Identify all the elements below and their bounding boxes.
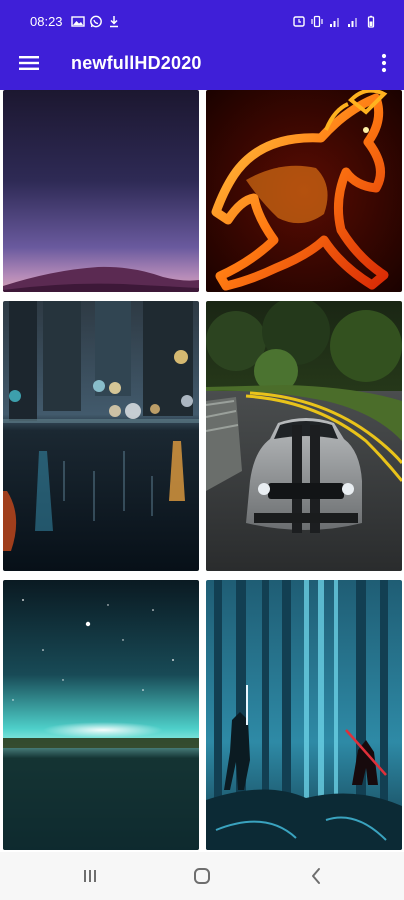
vibrate-icon: [311, 15, 323, 28]
menu-button[interactable]: [12, 46, 46, 80]
fire-horse-image: [206, 90, 402, 292]
back-button[interactable]: [301, 864, 331, 888]
app-bar: newfullHD2020: [0, 36, 404, 90]
home-icon: [194, 868, 210, 884]
wallpaper-grid: [0, 90, 404, 852]
overflow-menu-button[interactable]: [372, 46, 396, 80]
recent-apps-button[interactable]: [75, 864, 105, 888]
back-icon: [312, 868, 320, 884]
starry-horizon-image: [3, 580, 199, 850]
download-icon: [110, 16, 118, 28]
wallpaper-tile-desert[interactable]: [3, 90, 199, 292]
image-icon: [71, 16, 85, 27]
recent-apps-icon: [84, 870, 96, 882]
alarm-icon: [293, 16, 305, 27]
rainy-city-image: [3, 301, 199, 571]
system-navigation-bar: [0, 852, 404, 900]
wallpaper-tile-rainy-city[interactable]: [3, 301, 199, 571]
wallpaper-tile-blue-forest[interactable]: [206, 580, 402, 850]
app-title: newfullHD2020: [71, 53, 202, 73]
wallpaper-tile-starry-horizon[interactable]: [3, 580, 199, 850]
more-vert-icon: [381, 53, 387, 73]
signal-icon: [348, 18, 357, 27]
muscle-car-image: [206, 301, 402, 571]
wallpaper-tile-muscle-car[interactable]: [206, 301, 402, 571]
status-bar: 08:23: [0, 0, 404, 36]
desert-dusk-image: [3, 90, 199, 292]
signal-icon: [330, 18, 339, 27]
status-right-icons: [292, 15, 378, 28]
wallpaper-tile-fire-horse[interactable]: [206, 90, 402, 292]
blue-forest-image: [206, 580, 402, 850]
hamburger-menu-icon: [19, 56, 39, 70]
home-button[interactable]: [187, 864, 217, 888]
battery-icon: [367, 15, 375, 28]
status-left-icons: [71, 15, 121, 28]
status-time: 08:23: [30, 14, 63, 29]
whatsapp-icon: [90, 15, 102, 28]
